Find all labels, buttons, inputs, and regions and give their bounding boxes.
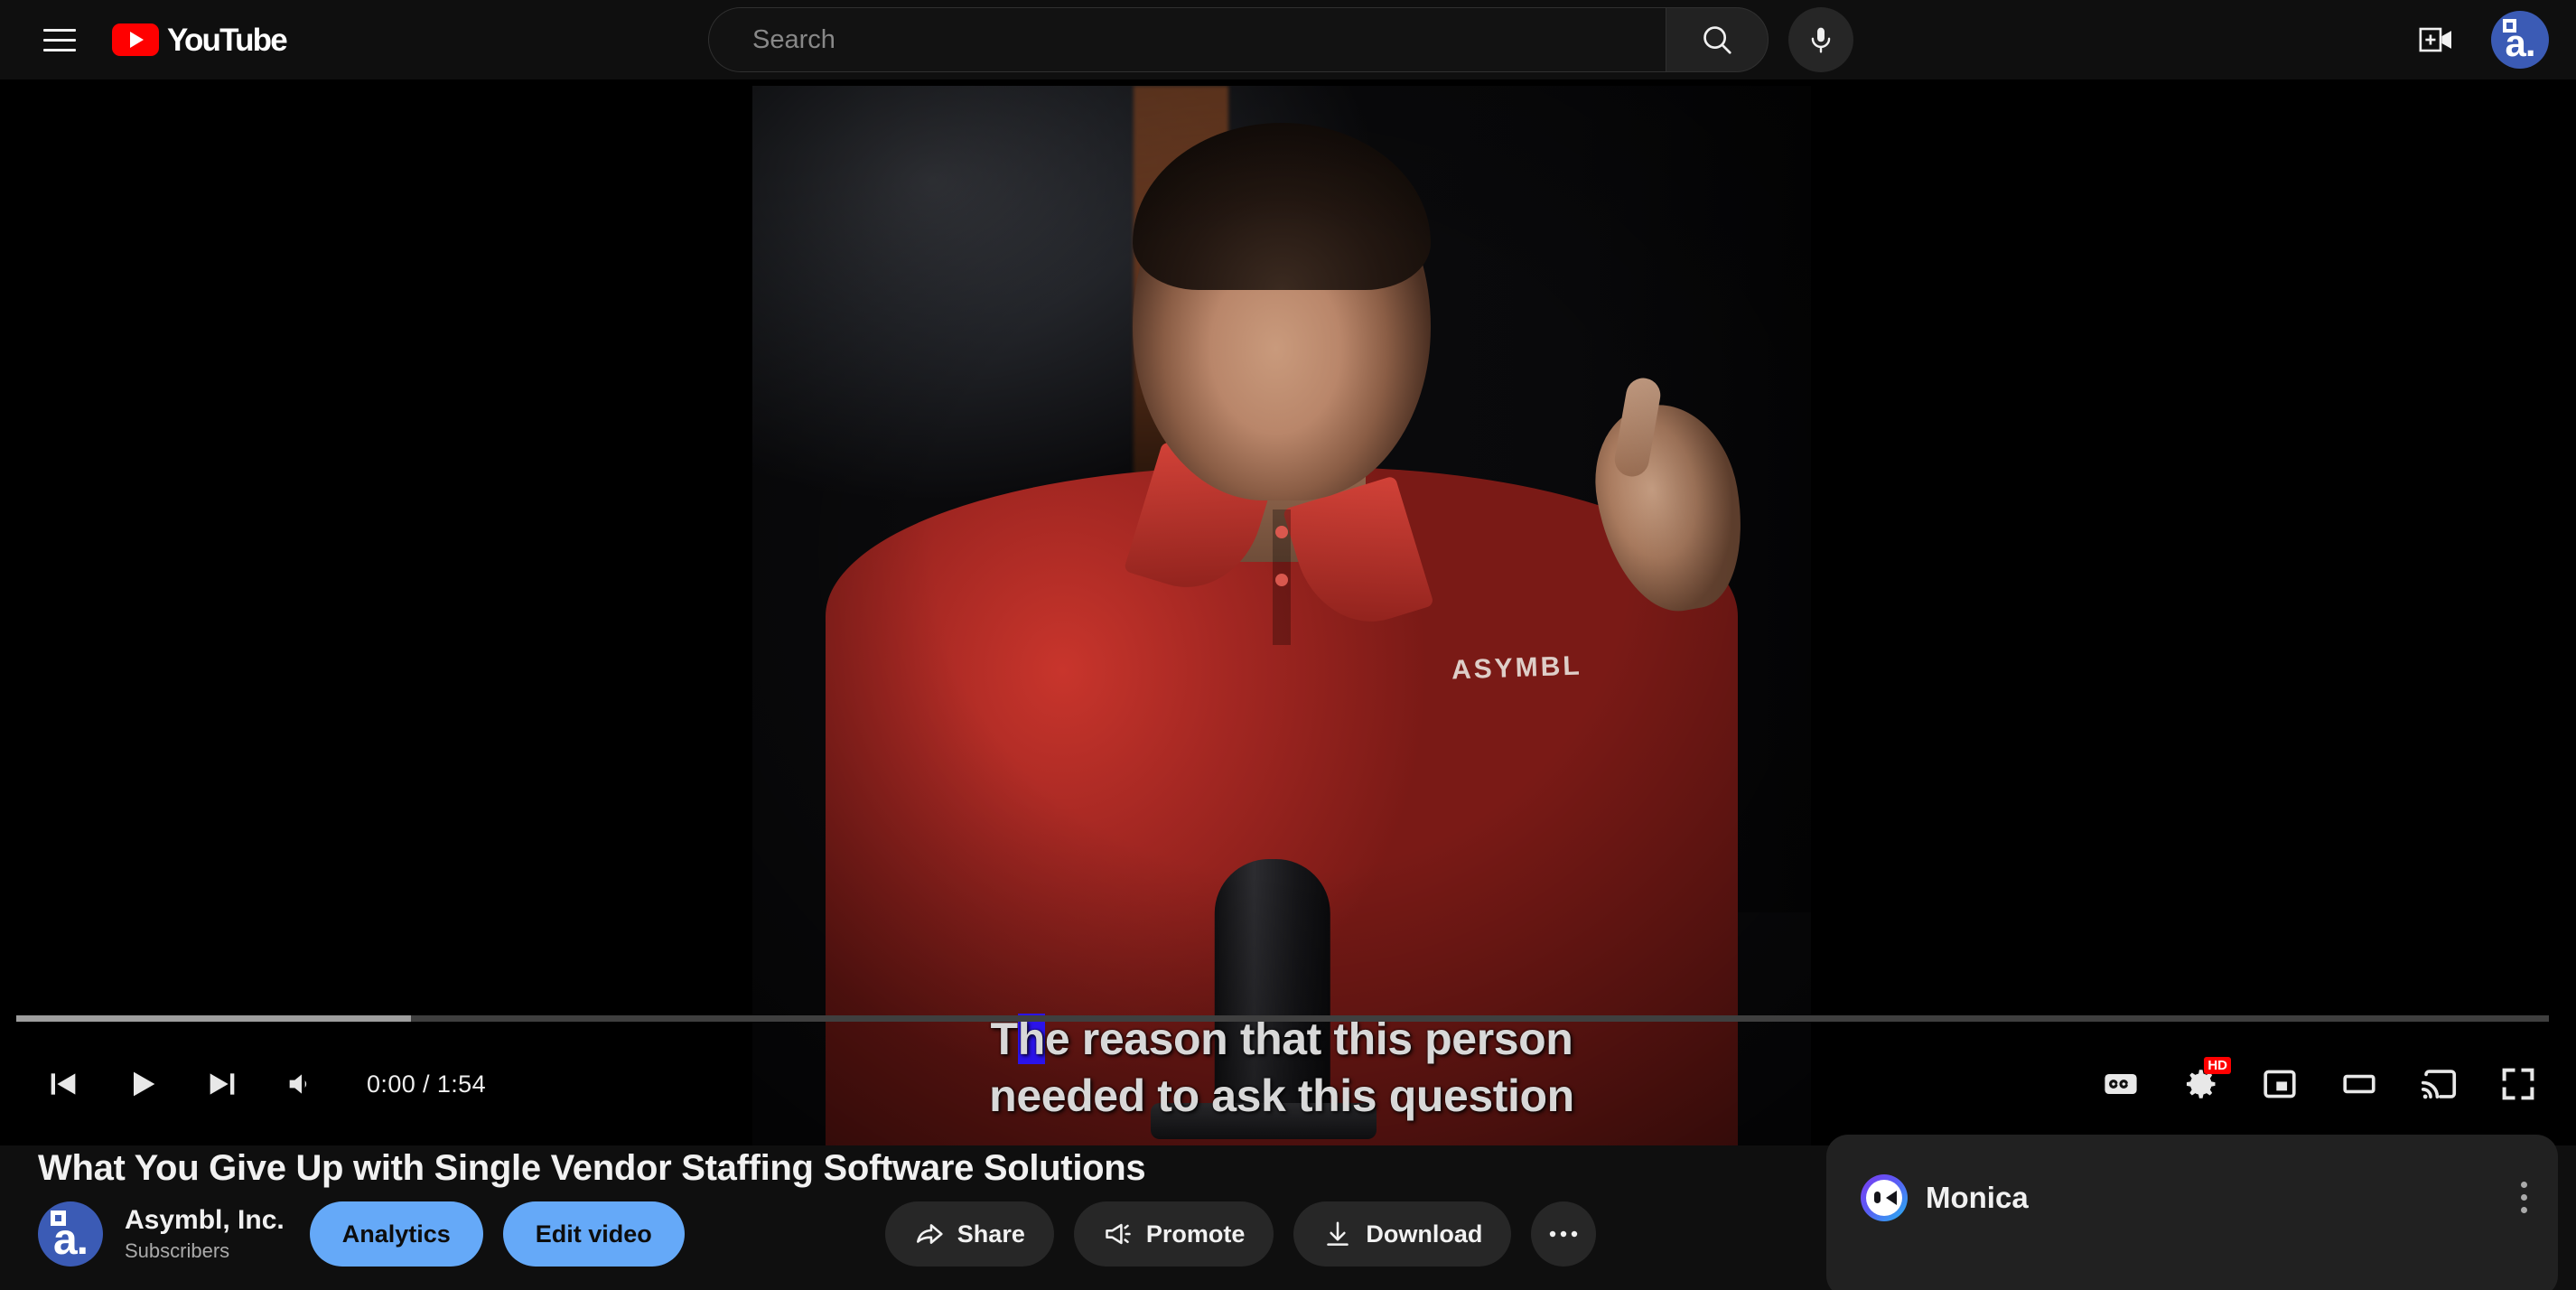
microphone-icon — [1811, 27, 1831, 53]
promote-button-label: Promote — [1145, 1220, 1246, 1248]
masthead-left: YouTube — [0, 7, 288, 72]
channel-avatar[interactable]: a. — [38, 1201, 103, 1267]
monica-eye — [1874, 1192, 1881, 1203]
cast-button[interactable] — [2399, 1044, 2478, 1124]
settings-button[interactable]: HD — [2161, 1044, 2240, 1124]
theater-mode-button[interactable] — [2319, 1044, 2399, 1124]
next-button[interactable] — [182, 1044, 262, 1124]
next-icon — [210, 1073, 235, 1095]
channel-info: Asymbl, Inc. Subscribers — [125, 1205, 285, 1263]
progress-loaded — [16, 1015, 412, 1022]
video-surface[interactable]: ASYMBL — [752, 86, 1811, 1145]
search-box[interactable] — [708, 7, 1666, 72]
youtube-play-icon — [112, 23, 159, 56]
video-subject-button-top — [1275, 525, 1288, 538]
video-title: What You Give Up with Single Vendor Staf… — [38, 1148, 1146, 1188]
download-button-label: Download — [1366, 1220, 1483, 1248]
analytics-button[interactable]: Analytics — [309, 1201, 483, 1267]
quality-badge: HD — [2204, 1057, 2231, 1075]
miniplayer-icon — [2263, 1070, 2296, 1098]
player-controls: 0:00 / 1:54 HD — [0, 1003, 2576, 1145]
more-horizontal-icon — [1550, 1230, 1578, 1238]
share-icon — [916, 1224, 943, 1244]
share-button[interactable]: Share — [884, 1201, 1054, 1267]
previous-button[interactable] — [23, 1044, 103, 1124]
monica-icon — [1861, 1174, 1908, 1221]
search-button[interactable] — [1666, 7, 1769, 72]
youtube-logo-text: YouTube — [167, 22, 288, 58]
play-button[interactable] — [103, 1044, 182, 1124]
subtitles-button[interactable] — [2081, 1044, 2161, 1124]
previous-icon — [51, 1073, 76, 1095]
channel-avatar-label: a. — [52, 1215, 89, 1264]
create-video-button[interactable] — [2404, 7, 2469, 72]
youtube-watch-page: YouTube Search a. ASYMBL The reason that… — [0, 0, 2576, 1290]
channel-subscribers: Subscribers — [125, 1239, 230, 1262]
video-info: What You Give Up with Single Vendor Staf… — [38, 1145, 1799, 1267]
player-controls-left: 0:00 / 1:54 — [23, 1044, 486, 1124]
youtube-logo[interactable]: YouTube — [108, 22, 288, 58]
miniplayer-button[interactable] — [2240, 1044, 2319, 1124]
masthead: YouTube Search a. — [0, 0, 2576, 79]
search-input[interactable] — [752, 24, 1666, 55]
voice-search-button[interactable] — [1788, 7, 1853, 72]
monica-header: Monica — [1861, 1174, 2029, 1221]
video-player[interactable]: ASYMBL The reason that this person neede… — [0, 79, 2576, 1145]
channel-name[interactable]: Asymbl, Inc. — [125, 1205, 285, 1236]
video-subject-button-bottom — [1275, 573, 1288, 586]
account-avatar[interactable]: a. — [2491, 11, 2549, 69]
player-controls-right: HD — [2081, 1044, 2558, 1124]
search-icon — [1703, 26, 1731, 54]
cast-icon — [2421, 1070, 2457, 1099]
monica-face — [1866, 1180, 1902, 1216]
edit-video-button[interactable]: Edit video — [502, 1201, 685, 1267]
share-button-label: Share — [957, 1220, 1025, 1248]
below-player: What You Give Up with Single Vendor Staf… — [0, 1135, 2576, 1290]
video-shirt-logo: ASYMBL — [1450, 650, 1582, 686]
more-actions-button[interactable] — [1531, 1201, 1597, 1267]
closed-captions-icon — [2105, 1074, 2137, 1094]
fullscreen-button[interactable] — [2478, 1044, 2558, 1124]
promote-button[interactable]: Promote — [1073, 1201, 1274, 1267]
time-display: 0:00 / 1:54 — [367, 1070, 487, 1098]
volume-icon — [289, 1074, 307, 1094]
monica-mouth — [1886, 1191, 1897, 1205]
monica-more-button[interactable] — [2521, 1182, 2527, 1213]
download-icon — [1327, 1221, 1349, 1246]
video-actions-row: a. Asymbl, Inc. Subscribers Analytics Ed… — [38, 1201, 1799, 1267]
monica-panel[interactable]: Monica — [1826, 1135, 2558, 1290]
search-area — [708, 7, 1853, 72]
avatar-label: a. — [2505, 22, 2535, 64]
create-video-icon — [2419, 27, 2451, 52]
monica-title: Monica — [1926, 1181, 2029, 1214]
theater-mode-icon — [2343, 1074, 2375, 1094]
volume-button[interactable] — [262, 1044, 341, 1124]
play-icon — [134, 1071, 155, 1097]
guide-menu-icon[interactable] — [27, 7, 92, 72]
masthead-right: a. — [2404, 7, 2549, 72]
progress-bar[interactable] — [16, 1015, 2549, 1022]
megaphone-icon — [1106, 1223, 1131, 1245]
fullscreen-icon — [2502, 1068, 2534, 1100]
download-button[interactable]: Download — [1293, 1201, 1512, 1267]
